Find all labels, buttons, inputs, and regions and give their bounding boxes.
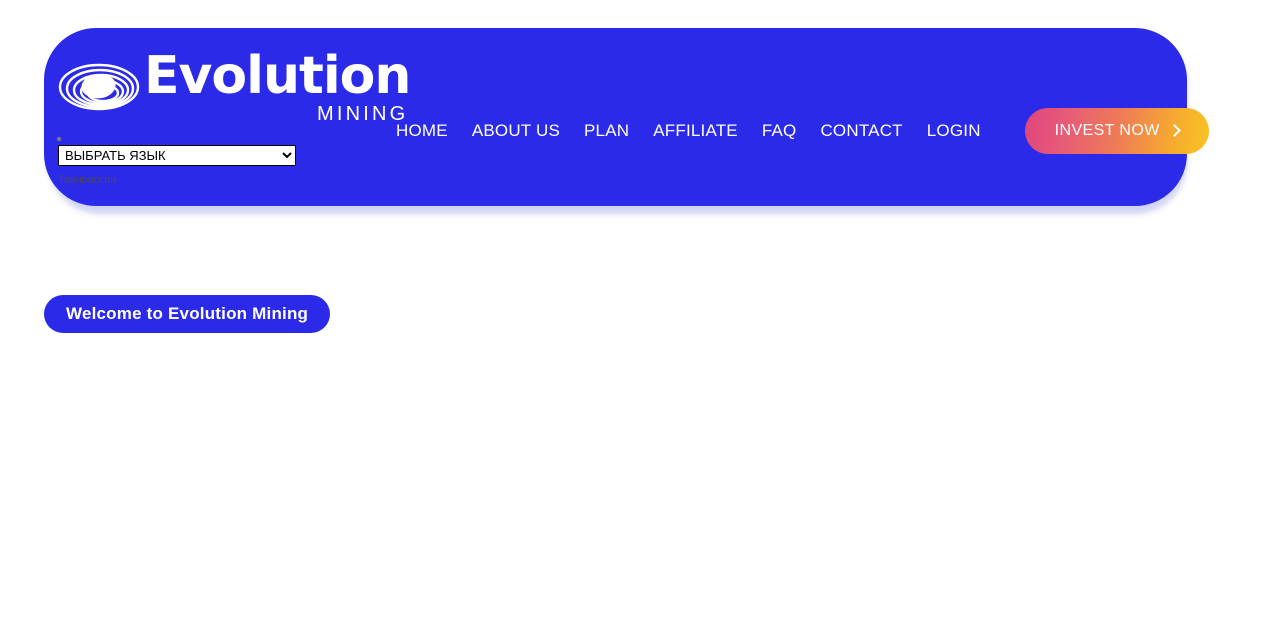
language-widget: ВЫБРАТЬ ЯЗЫК Технологии [52, 130, 352, 186]
brand-name: Evolution [144, 46, 411, 106]
site-header: Evolution MINING HOME ABOUT US PLAN AFFI… [44, 28, 1209, 206]
nav-contact[interactable]: CONTACT [808, 113, 914, 149]
nav-plan[interactable]: PLAN [572, 113, 641, 149]
chevron-right-icon [1167, 124, 1181, 137]
nav-affiliate[interactable]: AFFILIATE [641, 113, 750, 149]
language-widget-footnote: Технологии [58, 174, 117, 186]
bullet-dot-icon [72, 130, 352, 142]
nav-login[interactable]: LOGIN [915, 113, 993, 149]
invest-now-button[interactable]: INVEST NOW [1024, 108, 1209, 154]
brand-logo[interactable]: Evolution MINING [58, 46, 411, 125]
spiral-rings-logo-icon [58, 56, 140, 118]
page-root: Evolution MINING HOME ABOUT US PLAN AFFI… [0, 0, 1288, 619]
invest-now-label: INVEST NOW [1054, 122, 1160, 139]
nav-faq[interactable]: FAQ [750, 113, 809, 149]
nav-about-us[interactable]: ABOUT US [460, 113, 572, 149]
welcome-badge: Welcome to Evolution Mining [44, 295, 331, 333]
language-select[interactable]: ВЫБРАТЬ ЯЗЫК [58, 145, 296, 166]
main-navigation: HOME ABOUT US PLAN AFFILIATE FAQ CONTACT… [384, 108, 1209, 154]
nav-home[interactable]: HOME [384, 113, 460, 149]
language-widget-list [52, 130, 352, 142]
